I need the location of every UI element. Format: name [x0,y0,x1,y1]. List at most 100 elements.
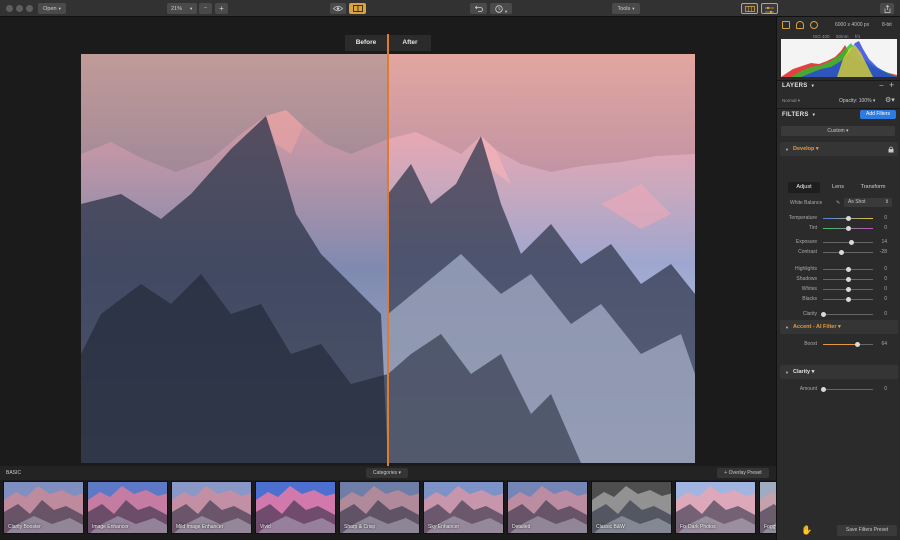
tools-label: Tools [617,6,631,12]
shadows-slider[interactable]: Shadows 0 [781,274,897,284]
zoom-in-button[interactable]: + [215,3,228,14]
preview-eye-button[interactable] [330,3,346,14]
temperature-slider[interactable]: Temperature 0 [781,213,897,223]
preset-thumb-fix-dark-photos[interactable]: Fix Dark Photos [675,481,756,534]
exposure-slider[interactable]: Exposure 14 [781,237,897,247]
compare-divider-handle[interactable] [387,34,389,483]
develop-filter-header[interactable]: ▼ Develop ▾ [780,142,898,156]
clarity-value: 0 [884,311,887,317]
categories-select[interactable]: Categories ▾ [366,468,408,478]
preset-thumb-sky-enhancer[interactable]: Sky Enhancer [423,481,504,534]
boost-slider[interactable]: Boost 64 [781,339,897,349]
preset-thumb-label: Foggy [764,524,776,530]
clarity-slider[interactable]: Clarity 0 [781,309,897,319]
clock-icon [495,4,503,13]
preset-thumb-vivid[interactable]: Vivid [255,481,336,534]
tint-knob[interactable] [845,226,851,231]
presets-section-label: BASIC [6,470,22,476]
preset-thumb-image-enhancer[interactable]: Image Enhancer [87,481,168,534]
clarity-filter-header[interactable]: ▼ Clarity ▾ [780,365,898,379]
eyedropper-icon[interactable]: ✎ [836,200,840,206]
filters-title[interactable]: FILTERS ▾ [782,112,815,118]
blend-mode-select[interactable]: Normal ▾ [782,98,800,104]
preset-thumb-mild-image-enhancer[interactable]: Mild Image Enhancer [171,481,252,534]
tools-button[interactable]: Tools ▾ [612,3,640,14]
accent-filter-header[interactable]: ▼ Accent - AI Filter ▾ [780,320,898,334]
zoom-window-icon[interactable] [26,5,33,12]
layer-settings-gear-icon[interactable]: ⚙▾ [885,96,895,104]
layers-title[interactable]: LAYERS ▾ [782,83,814,89]
contrast-knob[interactable] [838,250,844,255]
preset-thumb-detailed[interactable]: Detailed [507,481,588,534]
info-icon[interactable] [810,21,818,29]
sliders-icon [765,6,774,13]
clarity-title: Clarity ▾ [793,369,815,375]
preset-thumb-sharp-crisp[interactable]: Sharp & Crisp [339,481,420,534]
share-button[interactable] [880,3,894,14]
zoom-in-label: + [219,4,224,13]
boost-track [823,344,873,345]
before-label: Before [345,35,387,51]
white-balance-label: White Balance [790,200,823,206]
open-button[interactable]: Open ▾ [38,3,66,14]
undo-button[interactable] [470,3,487,14]
amount-track [823,389,873,390]
tab-adjust[interactable]: Adjust [788,182,820,193]
preset-thumb-classic-b-w[interactable]: Classic B&W [591,481,672,534]
history-button[interactable]: ▾ [490,3,512,14]
blacks-knob[interactable] [845,297,851,302]
temperature-knob[interactable] [845,216,851,221]
adjustments-panel-toggle[interactable] [761,3,778,14]
add-filters-button[interactable]: Add Filters [860,110,896,119]
preset-thumb-label: Image Enhancer [92,524,129,530]
amount-slider[interactable]: Amount 0 [781,384,897,394]
image-dimensions: 6000 x 4000 px [835,22,870,28]
boost-knob[interactable] [855,342,860,347]
presets-panel-toggle[interactable] [741,3,758,14]
minimize-window-icon[interactable] [16,5,23,12]
layers-stack-icon[interactable] [796,21,804,29]
zoom-out-button[interactable]: − [199,3,212,14]
zoom-select[interactable]: 21% ▾ [167,3,197,14]
chevron-down-icon: ▾ [632,6,635,11]
save-filters-preset-button[interactable]: Save Filters Preset [837,525,897,536]
contrast-value: -28 [879,249,887,255]
tab-lens[interactable]: Lens [822,182,854,193]
blacks-slider[interactable]: Blacks 0 [781,294,897,304]
whites-knob[interactable] [845,287,851,292]
categories-label: Categories [372,470,398,476]
whites-slider[interactable]: Whites 0 [781,284,897,294]
overlay-preset-button[interactable]: + Overlay Preset [717,468,769,478]
opacity-control[interactable]: Opacity: 100% ▾ [839,98,875,104]
top-toolbar: Open ▾ 21% ▾ − + ▾ Tools ▾ [0,0,900,17]
close-window-icon[interactable] [6,5,13,12]
temperature-value: 0 [884,215,887,221]
highlights-knob[interactable] [845,267,851,272]
chevron-down-icon: ▾ [811,83,815,88]
contrast-slider[interactable]: Contrast -28 [781,247,897,257]
chevron-down-icon: ▾ [504,8,508,14]
filter-preset-select[interactable]: Custom ▾ [781,126,895,136]
chevron-down-icon: ▾ [190,6,193,11]
shadows-value: 0 [884,276,887,282]
develop-title: Develop ▾ [793,146,819,152]
add-layer-button[interactable]: + [889,80,894,90]
clarity-knob[interactable] [820,312,826,317]
amount-knob[interactable] [821,387,826,392]
shadows-knob[interactable] [845,277,851,282]
tint-slider[interactable]: Tint 0 [781,223,897,233]
tab-transform[interactable]: Transform [856,182,890,193]
collapse-layer-button[interactable]: − [879,81,884,90]
exposure-knob[interactable] [849,240,854,245]
blacks-value: 0 [884,296,887,302]
highlights-slider[interactable]: Highlights 0 [781,264,897,274]
collapse-triangle-icon: ▼ [785,325,789,330]
histogram-toggle-icon[interactable] [782,21,790,29]
compare-split-button[interactable] [349,3,366,14]
undo-icon [474,5,483,12]
filmstrip-icon [744,6,755,12]
preset-thumb-foggy[interactable]: Foggy [759,481,776,534]
preset-thumb-clarity-booster[interactable]: Clarity Booster [3,481,84,534]
white-balance-select[interactable]: As Shot ⇕ [844,198,892,207]
lock-icon[interactable] [888,146,894,153]
